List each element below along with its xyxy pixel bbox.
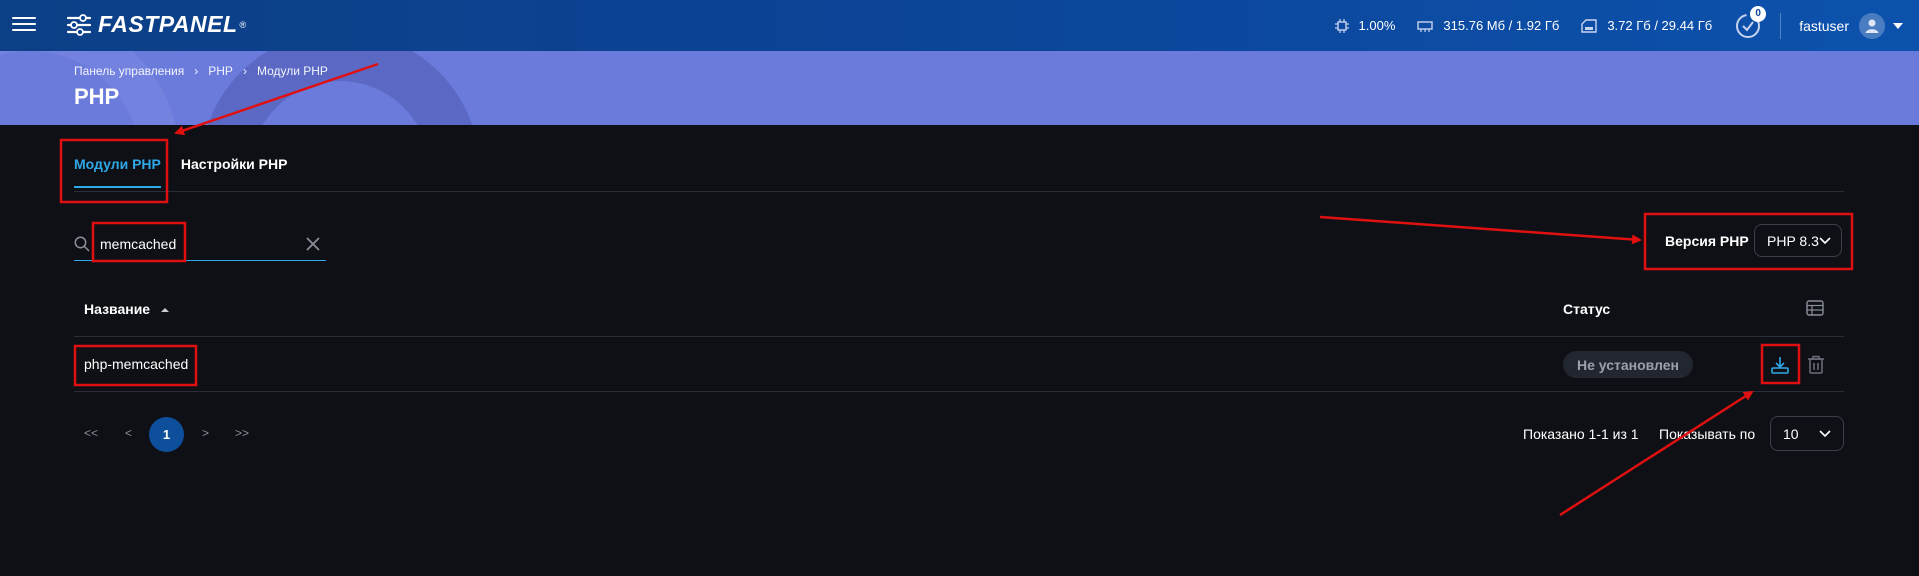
- notifications-button[interactable]: 0: [1734, 5, 1767, 40]
- pagination-current[interactable]: 1: [149, 417, 184, 452]
- column-name-label: Название: [84, 301, 151, 317]
- pagination-last[interactable]: >>: [235, 426, 249, 440]
- pagination-next[interactable]: >: [202, 426, 209, 440]
- disk-value: 3.72 Гб / 29.44 Гб: [1607, 18, 1713, 33]
- chevron-down-icon: [1819, 430, 1831, 438]
- tab-php-modules[interactable]: Модули PHP: [74, 156, 161, 188]
- results-summary: Показано 1-1 из 1: [1523, 426, 1639, 442]
- disk-stat: 3.72 Гб / 29.44 Гб: [1581, 18, 1712, 33]
- breadcrumb-item: Модули PHP: [256, 64, 328, 78]
- ram-value: 315.76 Мб / 1.92 Гб: [1443, 18, 1560, 33]
- install-icon[interactable]: [1770, 355, 1790, 375]
- column-status-header: Статус: [1563, 301, 1611, 317]
- per-page-value: 10: [1783, 425, 1799, 442]
- page-title: PHP: [74, 84, 120, 109]
- breadcrumb-separator: ›: [194, 64, 199, 78]
- chevron-down-icon: [1819, 237, 1831, 245]
- tab-bar: Модули PHP Настройки PHP: [74, 156, 307, 188]
- per-page-label: Показывать по: [1659, 426, 1756, 442]
- search-icon: [74, 236, 90, 252]
- divider: [1780, 12, 1782, 39]
- chevron-down-icon: [1893, 22, 1903, 29]
- cpu-icon: [1334, 18, 1349, 33]
- top-bar: FASTPANEL ® 1.00% 315.76 Мб / 1.92 Гб 3.…: [0, 0, 1919, 51]
- pagination-first[interactable]: <<: [84, 426, 98, 440]
- breadcrumb-item[interactable]: PHP: [208, 64, 233, 78]
- decorative-shape: [200, 51, 480, 125]
- divider: [74, 336, 1844, 337]
- trash-icon[interactable]: [1807, 355, 1825, 375]
- page-header: [0, 51, 1919, 125]
- logo-registered: ®: [239, 19, 247, 30]
- logo-icon: [66, 13, 92, 36]
- pagination-prev[interactable]: <: [125, 426, 132, 440]
- sort-asc-icon: [160, 308, 169, 312]
- close-icon[interactable]: [304, 235, 322, 253]
- column-name-header[interactable]: Название: [84, 301, 170, 317]
- ram-icon: [1417, 20, 1434, 32]
- cpu-stat: 1.00%: [1334, 18, 1396, 33]
- annotation-arrow: [1559, 390, 1754, 517]
- search-input[interactable]: [100, 236, 290, 252]
- php-version-label: Версия PHP: [1665, 233, 1749, 249]
- ram-stat: 315.76 Мб / 1.92 Гб: [1417, 18, 1559, 33]
- menu-icon[interactable]: [12, 13, 36, 37]
- breadcrumb: Панель управления › PHP › Модули PHP: [74, 64, 328, 78]
- breadcrumb-separator: ›: [242, 64, 247, 78]
- per-page-select[interactable]: 10: [1770, 416, 1844, 451]
- notifications-count: 0: [1750, 5, 1767, 22]
- php-version-select[interactable]: PHP 8.3: [1754, 224, 1842, 257]
- annotation-arrow: [1319, 215, 1642, 245]
- php-version-value: PHP 8.3: [1767, 232, 1819, 249]
- tab-php-settings[interactable]: Настройки PHP: [181, 156, 288, 188]
- status-badge: Не установлен: [1563, 351, 1693, 378]
- module-name: php-memcached: [84, 356, 189, 372]
- search-box: [74, 228, 326, 261]
- columns-icon[interactable]: [1806, 300, 1824, 316]
- username: fastuser: [1799, 17, 1849, 34]
- logo[interactable]: FASTPANEL ®: [66, 11, 246, 38]
- user-menu[interactable]: fastuser: [1799, 12, 1909, 39]
- divider: [74, 391, 1844, 392]
- breadcrumb-item[interactable]: Панель управления: [74, 64, 184, 78]
- logo-text: FASTPANEL: [98, 11, 238, 37]
- user-icon: [1859, 12, 1885, 39]
- cpu-value: 1.00%: [1358, 18, 1396, 33]
- divider: [74, 191, 1844, 192]
- server-stats: 1.00% 315.76 Мб / 1.92 Гб 3.72 Гб / 29.4…: [1334, 0, 1919, 51]
- disk-icon: [1581, 18, 1598, 33]
